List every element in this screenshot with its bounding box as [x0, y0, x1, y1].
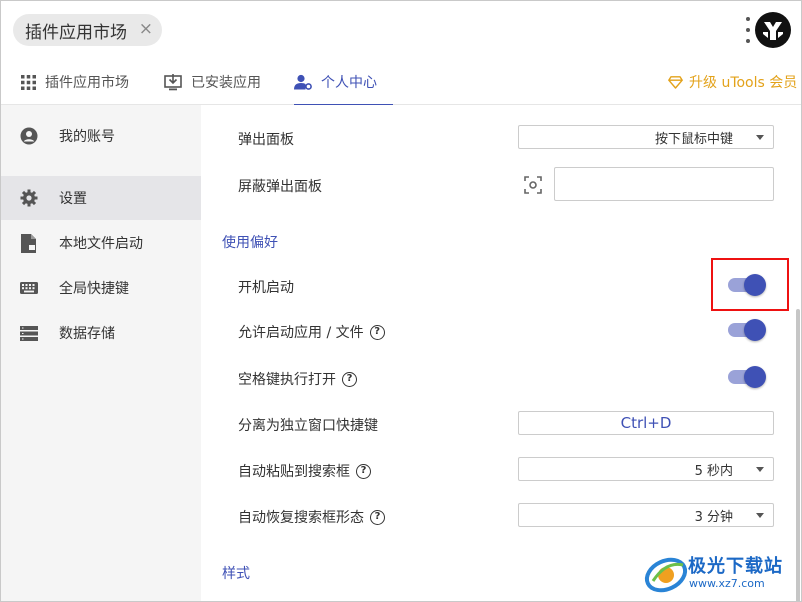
sidebar-item-local-file[interactable]: 本地文件启动: [1, 221, 201, 265]
auto-paste-select[interactable]: 5 秒内: [518, 457, 774, 481]
autostart-label: 开机启动: [238, 277, 294, 297]
auto-paste-label: 自动粘贴到搜索框 ?: [238, 461, 371, 481]
section-title-preferences: 使用偏好: [222, 235, 278, 251]
top-bar: 插件应用市场 ×: [1, 1, 801, 59]
grid-icon: [21, 74, 36, 90]
popup-panel-label: 弹出面板: [238, 129, 294, 149]
app-window: 插件应用市场 × 插件应用市场 已安装应用 个人中心 升级 uTools 会员 …: [0, 0, 802, 602]
search-chip-label: 插件应用市场: [25, 22, 127, 43]
row-label-text: 弹出面板: [238, 132, 294, 148]
sidebar-item-label: 我的账号: [59, 129, 115, 145]
detach-hotkey-label: 分离为独立窗口快捷键: [238, 415, 378, 435]
row-label-text: 自动粘贴到搜索框: [238, 464, 350, 480]
sidebar: 我的账号 设置 本地文件启动 全局快捷键 数据存储: [1, 105, 201, 601]
keyboard-icon: [19, 278, 39, 298]
select-value: 按下鼠标中键: [654, 131, 733, 147]
auto-restore-label: 自动恢复搜索框形态 ?: [238, 507, 385, 527]
utools-logo-icon[interactable]: [755, 12, 791, 48]
row-label-text: 自动恢复搜索框形态: [238, 510, 364, 526]
sidebar-item-label: 数据存储: [59, 326, 115, 342]
highlight-box: [711, 258, 789, 311]
space-open-label: 空格键执行打开 ?: [238, 369, 357, 389]
caret-down-icon: [756, 513, 764, 518]
select-value: 3 分钟: [694, 509, 733, 525]
tab-installed[interactable]: 已安装应用: [164, 59, 261, 105]
allow-launch-label: 允许启动应用 / 文件 ?: [238, 322, 385, 342]
block-popup-label: 屏蔽弹出面板: [238, 176, 322, 196]
toggle-knob: [744, 366, 766, 388]
diamond-icon: [668, 75, 683, 89]
space-open-toggle[interactable]: [728, 366, 766, 388]
more-menu-icon[interactable]: [744, 17, 752, 43]
row-label-text: 空格键执行打开: [238, 372, 336, 388]
download-monitor-icon: [164, 73, 182, 90]
auto-restore-select[interactable]: 3 分钟: [518, 503, 774, 527]
caret-down-icon: [756, 467, 764, 472]
block-popup-input[interactable]: [554, 167, 774, 201]
allow-launch-toggle[interactable]: [728, 319, 766, 341]
row-label-text: 屏蔽弹出面板: [238, 179, 322, 195]
detach-hotkey-input[interactable]: Ctrl+D: [518, 411, 774, 435]
tab-label: 已安装应用: [191, 75, 261, 91]
watermark-title: 极光下载站: [688, 556, 783, 577]
row-label-text: 允许启动应用 / 文件: [238, 325, 364, 341]
tab-label: 个人中心: [321, 75, 377, 91]
watermark-url: www.xz7.com: [689, 577, 765, 590]
settings-panel: 弹出面板 按下鼠标中键 屏蔽弹出面板 使用偏好 开机启动 允许启动应用 / 文件…: [201, 105, 794, 601]
row-label-text: 开机启动: [238, 280, 294, 296]
sidebar-item-label: 全局快捷键: [59, 281, 129, 297]
sidebar-item-hotkeys[interactable]: 全局快捷键: [1, 266, 201, 310]
search-chip[interactable]: 插件应用市场 ×: [13, 14, 162, 46]
watermark-logo-icon: [644, 557, 688, 593]
sidebar-item-label: 本地文件启动: [59, 236, 143, 252]
help-icon[interactable]: ?: [370, 509, 385, 525]
file-icon: [19, 233, 39, 253]
help-icon[interactable]: ?: [342, 371, 357, 387]
scrollbar[interactable]: [794, 105, 801, 601]
sidebar-item-label: 设置: [59, 191, 87, 207]
scan-target-icon[interactable]: [523, 175, 543, 195]
user-gear-icon: [294, 74, 312, 90]
sidebar-item-storage[interactable]: 数据存储: [1, 311, 201, 355]
tab-plugin-market[interactable]: 插件应用市场: [21, 59, 129, 105]
tab-personal-center[interactable]: 个人中心: [294, 59, 393, 106]
section-title-style: 样式: [222, 566, 250, 582]
account-icon: [19, 126, 39, 146]
upgrade-label: 升级 uTools 会员: [689, 75, 798, 91]
storage-icon: [19, 323, 39, 343]
tab-label: 插件应用市场: [45, 75, 129, 91]
close-icon[interactable]: ×: [139, 19, 153, 39]
select-value: 5 秒内: [694, 463, 733, 479]
popup-panel-select[interactable]: 按下鼠标中键: [518, 125, 774, 149]
help-icon[interactable]: ?: [356, 463, 371, 479]
caret-down-icon: [756, 135, 764, 140]
gear-icon: [19, 188, 39, 208]
sidebar-item-settings[interactable]: 设置: [1, 176, 201, 220]
upgrade-link[interactable]: 升级 uTools 会员: [668, 59, 797, 105]
tab-bar: 插件应用市场 已安装应用 个人中心 升级 uTools 会员: [1, 59, 801, 106]
toggle-knob: [744, 319, 766, 341]
watermark: 极光下载站 www.xz7.com: [641, 545, 801, 601]
sidebar-item-account[interactable]: 我的账号: [1, 114, 201, 158]
help-icon[interactable]: ?: [369, 324, 385, 340]
row-label-text: 分离为独立窗口快捷键: [238, 418, 378, 434]
